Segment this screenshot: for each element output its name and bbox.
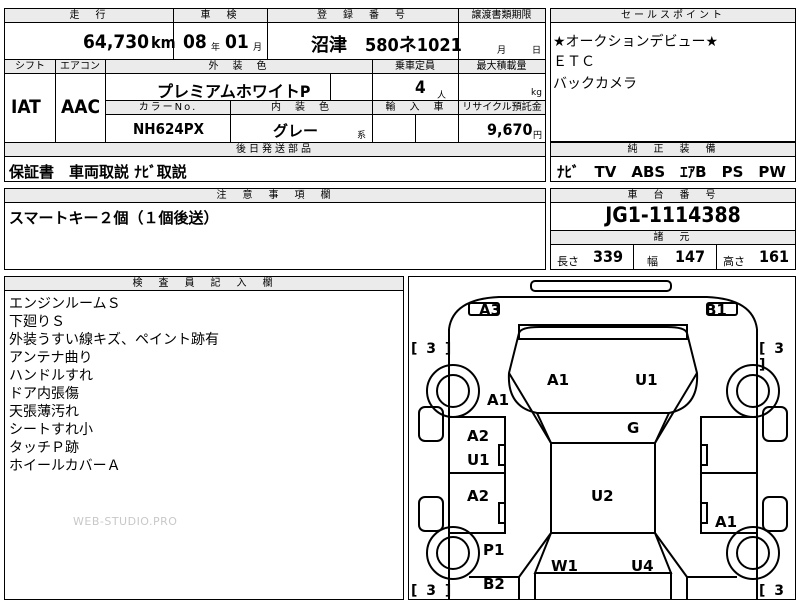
- inspection-header: 車 検: [173, 9, 267, 23]
- shift-value: IAT: [11, 96, 41, 118]
- inspector-line: 外装うすい線キズ、ペイント跡有: [9, 332, 219, 348]
- interior-color-header: 内 装 色: [230, 101, 372, 115]
- top-info-box: 走 行 車 検 登 録 番 号 譲渡書類期限 64,730 km 08 年 01…: [4, 8, 546, 60]
- tire-tread-rear-left: [ 3 ]: [411, 583, 454, 599]
- shift-header: シフト: [5, 60, 55, 74]
- notes-value: スマートキー２個（１個後送）: [9, 209, 219, 227]
- inspector-line: アンテナ曲り: [9, 350, 93, 366]
- recycle-header: リサイクル預託金: [459, 101, 545, 115]
- interior-color-value: グレー: [273, 122, 319, 140]
- later-parts-header: 後日発送部品: [5, 143, 545, 157]
- sales-points-box: セールスポイント ★オークションデビュー★ ＥＴＣ バックカメラ: [550, 8, 796, 142]
- genuine-equipment-box: 純 正 装 備 ﾅﾋﾞ TV ABS ｴｱB PS PW: [550, 142, 796, 182]
- mileage-header: 走 行: [5, 9, 173, 23]
- chassis-box: 車 台 番 号 JG1-1114388 諸 元 長さ 339 幅 147 高さ …: [550, 188, 796, 270]
- tire-tread-front-right: [ 3 ]: [759, 341, 787, 373]
- max-load-unit: kg: [531, 88, 542, 98]
- transfer-day-unit: 日: [532, 46, 542, 56]
- length-label: 長さ: [557, 255, 579, 268]
- sales-point-line: ＥＴＣ: [553, 54, 595, 70]
- damage-label-u4: U4: [631, 557, 654, 575]
- dims-header: 諸 元: [551, 230, 795, 245]
- registration-number: 沼津 580ネ1021: [311, 35, 462, 56]
- divider: [267, 9, 268, 59]
- notes-box: 注 意 事 項 欄 スマートキー２個（１個後送）: [4, 188, 546, 270]
- inspector-box: 検 査 員 記 入 欄 エンジンルームＳ 下廻りＳ 外装うすい線キズ、ペイント跡…: [4, 276, 404, 600]
- chassis-number: JG1-1114388: [605, 203, 741, 227]
- transfer-deadline-header: 譲渡書類期限: [458, 9, 545, 23]
- inspector-line: エンジンルームＳ: [9, 296, 121, 312]
- recycle-unit: 円: [533, 131, 543, 141]
- damage-label-door-u1: U1: [467, 451, 490, 469]
- damage-label-p1: P1: [483, 541, 505, 559]
- chassis-header: 車 台 番 号: [551, 189, 795, 203]
- inspector-line: タッチＰ跡: [9, 440, 79, 456]
- inspection-month: 01: [225, 31, 249, 53]
- interior-suffix: 系: [357, 131, 367, 141]
- aircon-header: エアコン: [55, 60, 105, 74]
- divider: [230, 101, 231, 142]
- damage-label-roof-u2: U2: [591, 487, 614, 505]
- exterior-color-header: 外 装 色: [105, 60, 372, 74]
- exterior-color-value: プレミアムホワイトP: [157, 82, 311, 101]
- divider: [415, 115, 416, 142]
- damage-label-hood-u1: U1: [635, 371, 658, 389]
- inspection-month-unit: 月: [253, 43, 263, 53]
- width-label: 幅: [647, 255, 658, 268]
- inspector-line: 下廻りＳ: [9, 314, 65, 330]
- tire-tread-front-left: [ 3 ]: [411, 341, 454, 357]
- inspector-header: 検 査 員 記 入 欄: [5, 277, 403, 291]
- transfer-month-unit: 月: [497, 46, 507, 56]
- inspector-line: ハンドルすれ: [9, 368, 93, 384]
- damage-label-rear-a1: A1: [715, 513, 738, 531]
- divider: [55, 60, 56, 142]
- notes-header: 注 意 事 項 欄: [5, 189, 545, 203]
- height-label: 高さ: [723, 255, 745, 268]
- recycle-value: 9,670: [487, 120, 533, 139]
- sales-points-header: セールスポイント: [551, 9, 795, 23]
- max-load-header: 最大積載量: [458, 60, 545, 74]
- inspector-line: ドア内張傷: [9, 386, 79, 402]
- capacity-header: 乗車定員: [372, 60, 458, 74]
- width-value: 147: [675, 247, 706, 266]
- damage-label-door-a2: A2: [467, 427, 490, 445]
- aircon-value: AAC: [61, 96, 101, 118]
- damage-label-rear-door-a2: A2: [467, 487, 490, 505]
- car-diagram: A3 B1 A1 U1 A1 A2 U1 G A2 U2 A1 P1 B2 W1…: [408, 276, 796, 600]
- mileage-value: 64,730: [83, 31, 149, 53]
- color-no-value: NH624PX: [133, 120, 205, 138]
- import-header: 輸 入 車: [373, 101, 458, 115]
- damage-label-windshield-g: G: [627, 419, 640, 437]
- damage-label-front-a1: A1: [487, 391, 510, 409]
- damage-label-b2: B2: [483, 575, 505, 593]
- spec-box: シフト エアコン 外 装 色 乗車定員 最大積載量 IAT AAC プレミアムホ…: [4, 59, 546, 143]
- sales-point-line: バックカメラ: [553, 76, 637, 92]
- inspection-year-unit: 年: [211, 43, 221, 53]
- damage-label-b1: B1: [705, 301, 727, 319]
- divider: [633, 244, 634, 269]
- inspection-year: 08: [183, 31, 207, 53]
- divider: [330, 74, 331, 100]
- later-parts-box: 後日発送部品 保証書 車両取説 ﾅﾋﾞ取説: [4, 142, 546, 182]
- color-no-header: カラーNo.: [106, 101, 230, 115]
- damage-label-w1: W1: [551, 557, 578, 575]
- inspector-line: シートすれ小: [9, 422, 93, 438]
- tire-tread-rear-right: [ 3 ]: [759, 583, 787, 599]
- inspector-line: ホイールカバーＡ: [9, 458, 121, 474]
- later-parts-value: 保証書 車両取説 ﾅﾋﾞ取説: [9, 163, 187, 181]
- registration-header: 登 録 番 号: [267, 9, 458, 23]
- capacity-value: 4: [415, 78, 426, 98]
- length-value: 339: [593, 247, 624, 266]
- genuine-equipment-header: 純 正 装 備: [551, 143, 795, 157]
- inspector-line: 天張薄汚れ: [9, 404, 79, 420]
- watermark: WEB-STUDIO.PRO: [73, 515, 178, 528]
- height-value: 161: [759, 247, 790, 266]
- divider: [716, 244, 717, 269]
- sales-point-line: ★オークションデビュー★: [553, 34, 719, 50]
- damage-label-a3: A3: [479, 301, 502, 319]
- genuine-equipment-value: ﾅﾋﾞ TV ABS ｴｱB PS PW: [557, 163, 786, 181]
- mileage-unit: km: [151, 33, 176, 52]
- damage-label-hood-a1: A1: [547, 371, 570, 389]
